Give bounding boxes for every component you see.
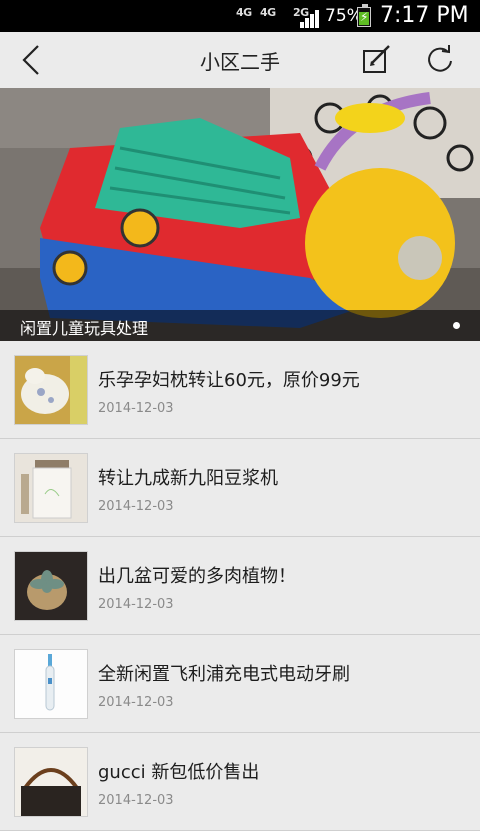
list-item[interactable]: gucci 新包低价售出 2014-12-03 [0, 733, 480, 831]
succulent-image [15, 552, 87, 620]
page-indicator-dot [453, 322, 460, 329]
item-thumbnail [14, 453, 88, 523]
signal-icon [300, 8, 322, 28]
handbag-image [15, 748, 87, 816]
item-title: 全新闲置飞利浦充电式电动牙刷 [98, 664, 350, 685]
listing-list: 乐孕孕妇枕转让60元，原价99元 2014-12-03 转让九成新九阳豆浆机 2… [0, 341, 480, 831]
item-title: 乐孕孕妇枕转让60元，原价99元 [98, 370, 360, 391]
battery-charging-icon: ⚡ [357, 4, 371, 27]
featured-banner[interactable]: 闲置儿童玩具处理 [0, 88, 480, 341]
soymilk-maker-image [15, 454, 87, 522]
list-item[interactable]: 出几盆可爱的多肉植物！ 2014-12-03 [0, 537, 480, 635]
item-date: 2014-12-03 [98, 793, 174, 808]
item-thumbnail [14, 649, 88, 719]
item-thumbnail [14, 747, 88, 817]
refresh-button[interactable] [422, 42, 458, 78]
list-item[interactable]: 全新闲置飞利浦充电式电动牙刷 2014-12-03 [0, 635, 480, 733]
item-thumbnail [14, 551, 88, 621]
item-date: 2014-12-03 [98, 499, 174, 514]
network-type-2: 4G [260, 6, 276, 19]
item-date: 2014-12-03 [98, 401, 174, 416]
page-title: 小区二手 [200, 50, 280, 74]
toothbrush-image [15, 650, 87, 718]
banner-toy-car-image [0, 88, 480, 341]
app-header: 小区二手 [0, 32, 480, 88]
item-date: 2014-12-03 [98, 597, 174, 612]
item-title: 转让九成新九阳豆浆机 [98, 468, 278, 489]
back-button[interactable] [14, 40, 50, 80]
banner-caption-bar: 闲置儿童玩具处理 [0, 310, 480, 341]
item-thumbnail [14, 355, 88, 425]
pillow-image [15, 356, 87, 424]
item-title: 出几盆可爱的多肉植物！ [98, 566, 296, 587]
banner-caption: 闲置儿童玩具处理 [20, 319, 149, 338]
status-bar: 4G 4G 2G 75% ⚡ 7:17 PM [0, 0, 480, 32]
item-title: gucci 新包低价售出 [98, 762, 260, 783]
list-item[interactable]: 转让九成新九阳豆浆机 2014-12-03 [0, 439, 480, 537]
back-arrow-icon [22, 45, 39, 75]
network-type-1: 4G [236, 6, 252, 19]
status-time: 7:17 PM [380, 3, 469, 28]
item-date: 2014-12-03 [98, 695, 174, 710]
edit-icon [363, 45, 390, 73]
list-item[interactable]: 乐孕孕妇枕转让60元，原价99元 2014-12-03 [0, 341, 480, 439]
refresh-icon [428, 45, 452, 72]
edit-button[interactable] [358, 42, 394, 78]
